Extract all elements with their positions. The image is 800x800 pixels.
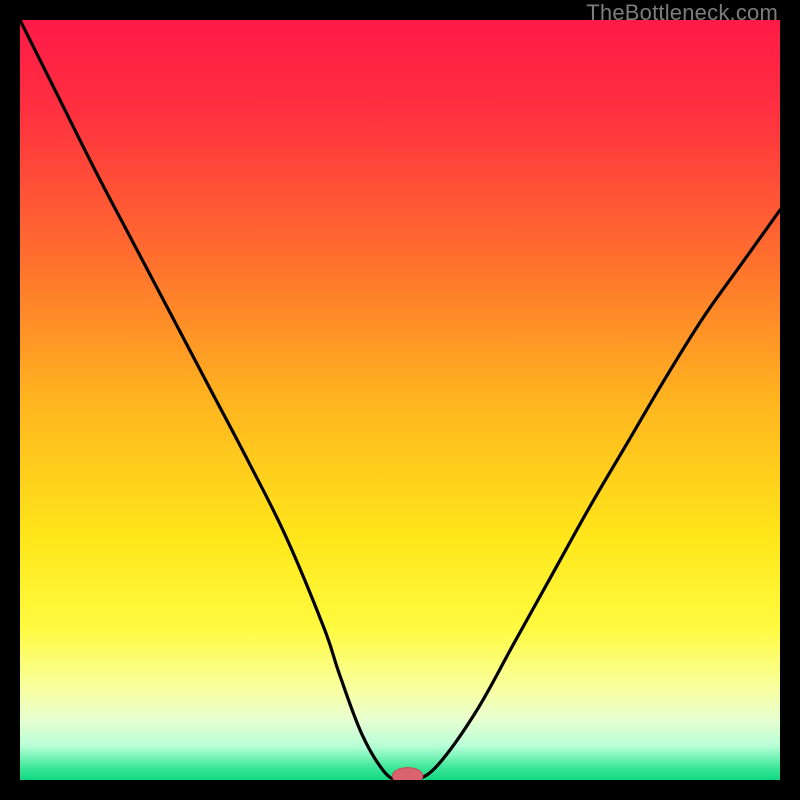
optimal-point-marker: [392, 768, 422, 780]
chart-frame: TheBottleneck.com: [0, 0, 800, 800]
gradient-background: [20, 20, 780, 780]
watermark-text: TheBottleneck.com: [586, 0, 778, 26]
plot-area: [20, 20, 780, 780]
chart-svg: [20, 20, 780, 780]
